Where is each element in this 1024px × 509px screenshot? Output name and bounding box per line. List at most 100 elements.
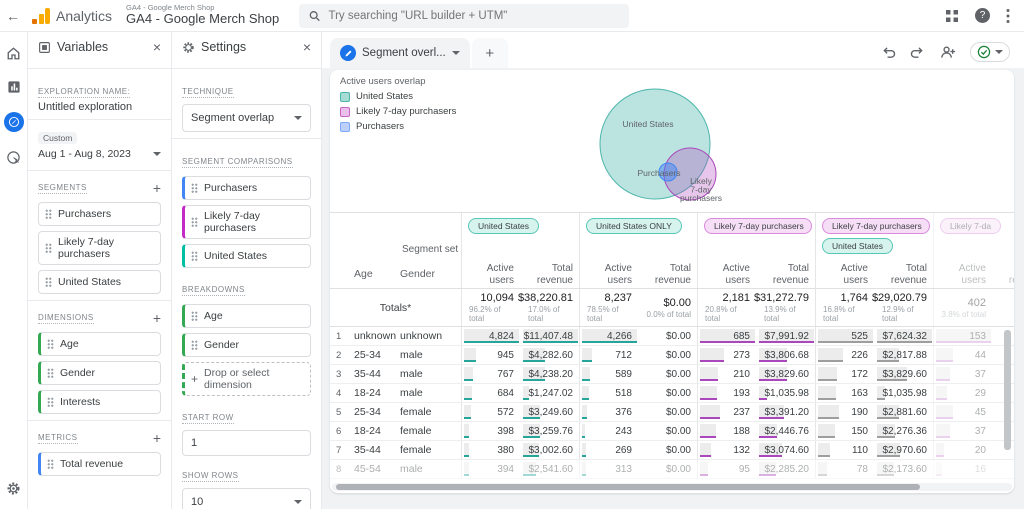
metric-header[interactable]: Active users bbox=[580, 259, 639, 288]
variables-panel: Variables × EXPLORATION NAME: Untitled e… bbox=[28, 32, 172, 509]
row-metric-group: 37 bbox=[933, 422, 1014, 440]
draggable-chip-age[interactable]: Age bbox=[38, 332, 161, 356]
metric-cell: 237 bbox=[698, 403, 757, 421]
chip-label: Total revenue bbox=[60, 458, 123, 470]
row-dims: 418-24male bbox=[330, 384, 461, 402]
more-menu-icon[interactable] bbox=[1006, 8, 1010, 24]
metric-cell: $0.00 bbox=[639, 346, 698, 364]
settings-close-icon[interactable]: × bbox=[303, 39, 311, 55]
search-input[interactable] bbox=[328, 10, 619, 22]
age-header: Age bbox=[354, 259, 400, 288]
cell-bar bbox=[464, 367, 473, 381]
table-row: 525-34female572$3,249.60376$0.00237$3,39… bbox=[330, 403, 1014, 422]
metric-header[interactable]: Total revenue bbox=[875, 259, 934, 288]
draggable-chip-likely-7-day-purchasers[interactable]: Likely 7-day purchasers bbox=[38, 231, 161, 265]
variables-close-icon[interactable]: × bbox=[153, 39, 161, 55]
metric-header[interactable]: Total revenue bbox=[521, 259, 580, 288]
metric-cell: 398 bbox=[462, 422, 521, 440]
draggable-chip-age[interactable]: Age bbox=[182, 304, 311, 328]
horizontal-scrollbar[interactable] bbox=[336, 484, 920, 490]
metric-cell: $3,249.60 bbox=[521, 403, 580, 421]
metric-cell: $3,829.60 bbox=[757, 365, 816, 383]
row-metric-group: 712$0.00 bbox=[579, 346, 697, 364]
drag-handle-icon bbox=[191, 311, 198, 321]
metric-header[interactable]: Total revenue bbox=[757, 259, 816, 288]
draggable-chip-united-states[interactable]: United States bbox=[182, 244, 311, 268]
totals-group: 10,09496.2% of total$38,220.8117.0% of t… bbox=[461, 289, 579, 326]
drop-dimension-target[interactable]: + Drop or select dimension bbox=[182, 362, 311, 396]
add-tab-button[interactable]: + bbox=[472, 38, 508, 68]
cell-value: $2,817.88 bbox=[883, 350, 928, 361]
metric-cell: $0.00 bbox=[639, 384, 698, 402]
draggable-chip-purchasers[interactable]: Purchasers bbox=[38, 202, 161, 226]
metric-cell: 945 bbox=[462, 346, 521, 364]
draggable-chip-purchasers[interactable]: Purchasers bbox=[182, 176, 311, 200]
segment-chips: United States ONLY bbox=[580, 213, 682, 259]
metric-header[interactable]: Total revenue bbox=[993, 259, 1014, 288]
cell-value: $3,074.60 bbox=[765, 445, 810, 456]
cell-value: 95 bbox=[739, 464, 750, 475]
segment-chip[interactable]: Likely 7-da bbox=[940, 218, 1001, 234]
nav-advertising-icon[interactable] bbox=[5, 148, 23, 166]
property-selector[interactable]: GA4 - Google Merch Shop GA4 - Google Mer… bbox=[126, 4, 279, 27]
back-arrow-icon[interactable]: ← bbox=[0, 8, 26, 24]
segment-chip[interactable]: United States bbox=[822, 238, 893, 254]
metric-header[interactable]: Active users bbox=[698, 259, 757, 288]
nav-reports-icon[interactable] bbox=[5, 78, 23, 96]
row-metric-group: 4,824$11,407.48 bbox=[461, 327, 579, 345]
help-icon[interactable]: ? bbox=[975, 8, 990, 23]
draggable-chip-likely-7-day-purchasers[interactable]: Likely 7-day purchasers bbox=[182, 205, 311, 239]
cell-bar bbox=[818, 348, 843, 362]
draggable-chip-total-revenue[interactable]: Total revenue bbox=[38, 452, 161, 476]
undo-icon[interactable] bbox=[881, 46, 896, 59]
tab-segment-overlap[interactable]: Segment overl... bbox=[330, 38, 470, 68]
add-segment-button[interactable]: + bbox=[153, 181, 161, 195]
segment-chips: Likely 7-da bbox=[934, 213, 1001, 259]
nav-home-icon[interactable] bbox=[5, 44, 23, 62]
share-user-add-icon[interactable] bbox=[939, 45, 956, 59]
date-range-picker[interactable]: Aug 1 - Aug 8, 2023 bbox=[28, 146, 171, 164]
row-metric-group: 163$1,035.98 bbox=[815, 384, 933, 402]
exploration-name-value[interactable]: Untitled exploration bbox=[28, 101, 171, 113]
row-metric-group: 767$4,238.20 bbox=[461, 365, 579, 383]
start-row-input[interactable]: 1 bbox=[182, 430, 311, 456]
cell-bar bbox=[464, 405, 471, 419]
draggable-chip-gender[interactable]: Gender bbox=[38, 361, 161, 385]
exploration-canvas: Segment overl... + Active users overlap … bbox=[322, 32, 1024, 509]
add-metric-button[interactable]: + bbox=[153, 431, 161, 445]
metric-header[interactable]: Total revenue bbox=[639, 259, 698, 288]
segment-chip[interactable]: United States bbox=[468, 218, 539, 234]
cell-bar bbox=[936, 367, 950, 381]
sampling-status-button[interactable] bbox=[970, 42, 1010, 62]
metric-header[interactable]: Active users bbox=[816, 259, 875, 288]
cell-value: 767 bbox=[497, 369, 514, 380]
vertical-scrollbar[interactable] bbox=[1004, 330, 1011, 450]
segment-chip[interactable]: Likely 7-day purchasers bbox=[704, 218, 812, 234]
metric-header[interactable]: Active users bbox=[462, 259, 521, 288]
metric-header[interactable]: Active users bbox=[934, 259, 993, 288]
draggable-chip-gender[interactable]: Gender bbox=[182, 333, 311, 357]
totals-value: 1,764 bbox=[840, 292, 868, 304]
draggable-chip-interests[interactable]: Interests bbox=[38, 390, 161, 414]
segment-set-cell: Segment set bbox=[330, 213, 461, 259]
venn-label: United States bbox=[622, 119, 673, 129]
cell-value: 237 bbox=[733, 407, 750, 418]
search-bar[interactable] bbox=[299, 4, 629, 28]
draggable-chip-united-states[interactable]: United States bbox=[38, 270, 161, 294]
drop-dimension-label: Drop or select dimension bbox=[204, 367, 304, 391]
redo-icon[interactable] bbox=[910, 46, 925, 59]
table-row: 1unknownunknown4,824$11,407.484,266$0.00… bbox=[330, 327, 1014, 346]
cell-value: $1,035.98 bbox=[765, 388, 810, 399]
show-rows-select[interactable]: 10 bbox=[182, 488, 311, 509]
technique-select[interactable]: Segment overlap bbox=[182, 104, 311, 132]
venn-diagram[interactable]: United StatesPurchasersLikely7-daypurcha… bbox=[580, 72, 870, 210]
row-number: 3 bbox=[330, 365, 354, 383]
row-number: 6 bbox=[330, 422, 354, 440]
nav-admin-gear-icon[interactable] bbox=[5, 479, 23, 497]
add-dimension-button[interactable]: + bbox=[153, 311, 161, 325]
segment-chip[interactable]: United States ONLY bbox=[586, 218, 682, 234]
apps-grid-icon[interactable] bbox=[945, 9, 959, 23]
segment-chip[interactable]: Likely 7-day purchasers bbox=[822, 218, 930, 234]
cell-value: 153 bbox=[969, 331, 986, 342]
nav-explore-icon[interactable] bbox=[4, 112, 24, 132]
